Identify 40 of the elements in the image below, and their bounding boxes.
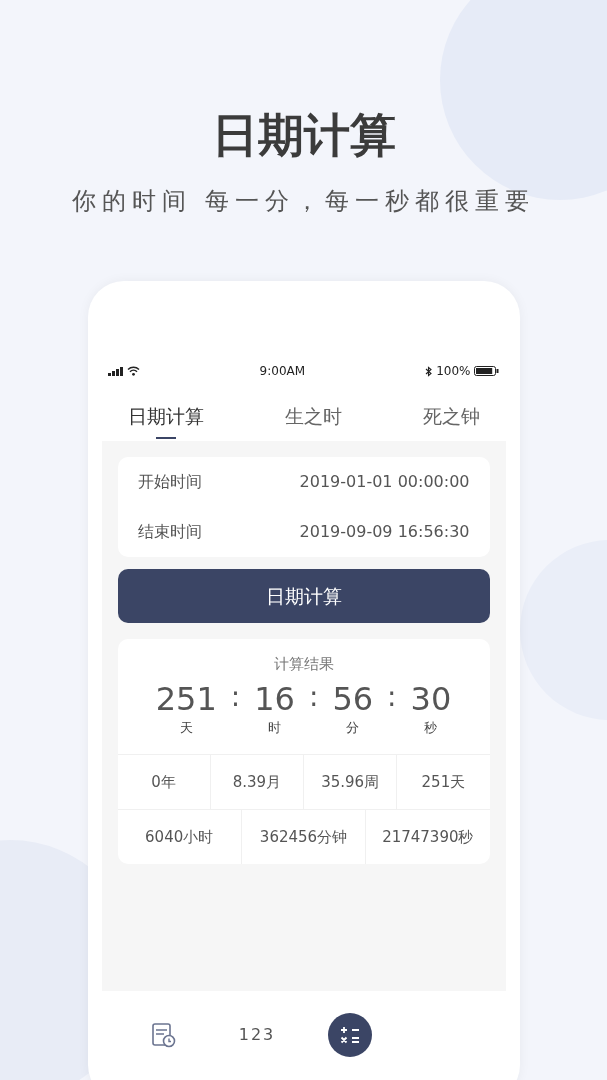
duration-value: 251 — [155, 679, 217, 719]
unit-label: 秒 — [424, 719, 438, 738]
separator: : — [230, 679, 241, 714]
duration-value: 16 — [254, 679, 295, 719]
result-cell: 35.96周 — [304, 754, 398, 809]
separator: : — [308, 679, 319, 714]
tagline: 你的时间 每一分，每一秒都很重要 — [70, 186, 537, 218]
result-cell: 362456分钟 — [241, 809, 367, 864]
result-cell: 0年 — [117, 754, 211, 809]
tab[interactable]: 生之时 — [280, 383, 346, 442]
status-time: 9:00AM — [259, 363, 306, 381]
separator: : — [387, 679, 397, 714]
calendar-clock-icon — [152, 1022, 176, 1049]
signal-icon — [107, 366, 123, 376]
unit-label: 时 — [268, 719, 282, 738]
calculate-button[interactable]: 日期计算 — [117, 569, 490, 624]
nav-tab[interactable] — [152, 1022, 176, 1049]
result-cell-text: 21747390秒 — [381, 826, 475, 848]
calculator-icon — [340, 1026, 360, 1045]
tab[interactable]: 日期计算 — [123, 383, 208, 442]
result-cell: 6040小时 — [117, 809, 242, 864]
duration-value: 30 — [410, 679, 452, 719]
nav-tab[interactable]: 123 — [238, 1023, 276, 1048]
nav-tab[interactable] — [328, 1013, 372, 1058]
page-title: 日期计算 — [210, 108, 397, 164]
result-cell-text: 251天 — [420, 771, 467, 793]
result-title: 计算结果 — [272, 654, 335, 676]
duration-value: 56 — [332, 679, 374, 719]
result-cell: 8.39月 — [210, 754, 304, 809]
unit-label: 分 — [346, 719, 360, 738]
wifi-icon — [126, 366, 140, 377]
date-value[interactable]: 2019-01-01 00:00:00 — [299, 470, 470, 495]
tab[interactable]: 死之钟 — [418, 383, 484, 442]
bluetooth-icon — [425, 365, 433, 377]
unit-label: 天 — [179, 719, 193, 738]
date-value[interactable]: 2019-09-09 16:56:30 — [299, 520, 470, 545]
field-label: 开始时间 — [137, 471, 202, 494]
battery-icon — [474, 366, 500, 377]
battery-percent: 100% — [436, 363, 471, 381]
field-label: 结束时间 — [137, 521, 202, 544]
